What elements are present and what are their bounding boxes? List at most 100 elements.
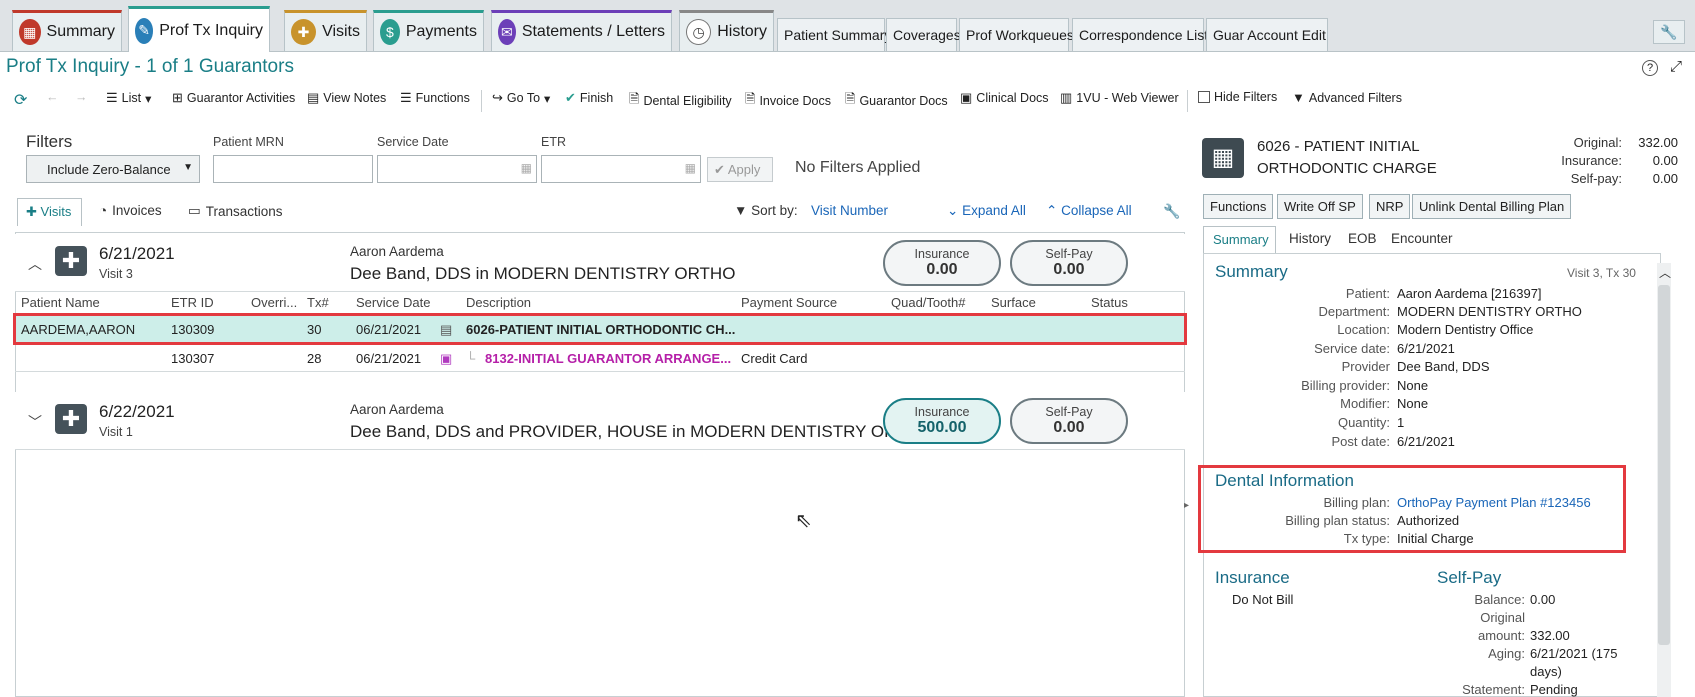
refresh-icon[interactable]: ⟳ bbox=[14, 90, 27, 110]
table-row[interactable]: 130307 28 06/21/2021 ▣ └ 8132-INITIAL GU… bbox=[15, 344, 1185, 372]
view-notes-button[interactable]: ▤ View Notes bbox=[307, 90, 386, 106]
tab-visits-list[interactable]: ✚ Visits bbox=[17, 198, 82, 226]
visit-header[interactable]: ︿ ✚ 6/21/2021 Visit 3 Aaron Aardema Dee … bbox=[15, 234, 1185, 292]
column-header[interactable]: Payment Source bbox=[741, 295, 837, 310]
selfpay-label: Self-pay: bbox=[1570, 171, 1622, 186]
tab-invoices[interactable]: ◔ Invoices bbox=[99, 203, 162, 218]
collapse-all-link[interactable]: ⌃ Collapse All bbox=[1046, 203, 1132, 219]
payments-icon: $ bbox=[380, 19, 400, 45]
quantity-label: Quantity: bbox=[1337, 415, 1390, 430]
modifier-value: None bbox=[1397, 396, 1429, 411]
finish-button[interactable]: ✔ Finish bbox=[565, 90, 613, 106]
document-icon: 🗎 bbox=[845, 91, 856, 106]
tab-coverages[interactable]: Coverages bbox=[886, 18, 961, 51]
tab-guar-account-edit[interactable]: Guar Account Edit bbox=[1206, 18, 1328, 51]
advanced-filters-button[interactable]: ▼ Advanced Filters bbox=[1292, 90, 1402, 105]
filter-icon: ▼ bbox=[1292, 90, 1305, 105]
tab-visits[interactable]: ✚ Visits bbox=[284, 10, 367, 51]
visit-header[interactable]: ﹀ ✚ 6/22/2021 Visit 1 Aaron Aardema Dee … bbox=[15, 392, 1185, 450]
chevron-up-icon[interactable]: ︿ bbox=[1659, 264, 1671, 281]
column-header[interactable]: ETR ID bbox=[171, 295, 214, 310]
service-date-input[interactable]: ▦ bbox=[377, 155, 537, 183]
table-row[interactable]: AARDEMA,AARON 130309 30 06/21/2021 ▤ 602… bbox=[13, 313, 1187, 345]
wrench-icon[interactable]: 🔧 bbox=[1653, 20, 1685, 44]
department-label: Department: bbox=[1318, 304, 1390, 319]
invoice-docs-button[interactable]: 🗎 Invoice Docs bbox=[745, 90, 831, 112]
balance-label: Balance: bbox=[1474, 592, 1525, 607]
aging-value: 6/21/2021 (175 bbox=[1530, 646, 1618, 661]
tab-patient-summary[interactable]: Patient Summary bbox=[777, 18, 891, 51]
functions-menu[interactable]: ☰ Functions bbox=[400, 90, 470, 106]
column-header[interactable]: Patient Name bbox=[21, 295, 100, 310]
patient-mrn-label: Patient MRN bbox=[213, 135, 284, 149]
expand-window-icon[interactable]: ⤢ bbox=[1670, 58, 1682, 75]
summary-heading: Summary bbox=[1215, 262, 1288, 281]
help-icon[interactable]: ? bbox=[1642, 60, 1658, 76]
apply-button[interactable]: ✔ Apply bbox=[707, 157, 773, 182]
forward-arrow-icon[interactable]: → bbox=[75, 90, 88, 104]
column-header[interactable]: Status bbox=[1091, 295, 1128, 310]
tree-connector: └ bbox=[466, 351, 476, 366]
tab-summary[interactable]: ▦ Summary bbox=[12, 10, 122, 51]
billing-plan-link[interactable]: OrthoPay Payment Plan #123456 bbox=[1397, 495, 1591, 510]
visit-provider: Dee Band, DDS in MODERN DENTISTRY ORTHO bbox=[350, 264, 736, 283]
nrp-button[interactable]: NRP bbox=[1369, 194, 1411, 219]
insurance-balance-pill: Insurance 500.00 bbox=[883, 398, 1001, 444]
calendar-icon[interactable]: ▦ bbox=[521, 161, 532, 175]
toolbar-divider bbox=[1187, 90, 1188, 112]
tab-transactions[interactable]: ▭ Transactions bbox=[188, 203, 283, 219]
web-viewer-button[interactable]: ▥ 1VU - Web Viewer bbox=[1060, 90, 1179, 106]
cell-service-date: 06/21/2021 bbox=[356, 351, 422, 366]
column-header[interactable]: Surface bbox=[991, 295, 1036, 310]
chevron-up-icon[interactable]: ︿ bbox=[28, 254, 42, 274]
clinical-docs-icon: ▣ bbox=[960, 90, 973, 105]
tab-prof-workqueues[interactable]: Prof Workqueues bbox=[959, 18, 1074, 51]
mouse-cursor-icon: ⇖ bbox=[795, 510, 812, 532]
list-menu[interactable]: ☰ List ▾ bbox=[106, 90, 151, 106]
tab-detail-history[interactable]: History bbox=[1289, 231, 1331, 246]
unlink-dental-billing-plan-button[interactable]: Unlink Dental Billing Plan bbox=[1412, 194, 1572, 219]
panel-splitter-handle[interactable]: ▸ bbox=[1184, 500, 1189, 511]
caret-down-icon: ▼ bbox=[183, 162, 193, 173]
sort-select[interactable]: Visit Number bbox=[811, 203, 888, 218]
tab-detail-encounter[interactable]: Encounter bbox=[1391, 231, 1453, 246]
wrench-icon[interactable]: 🔧 bbox=[1163, 203, 1180, 220]
cell-payment-source: Credit Card bbox=[741, 351, 808, 366]
clinical-docs-button[interactable]: ▣ Clinical Docs bbox=[960, 90, 1049, 106]
tab-prof-tx-inquiry[interactable]: ✎ Prof Tx Inquiry bbox=[128, 6, 270, 52]
guarantor-activities-button[interactable]: ⊞ Guarantor Activities bbox=[172, 90, 295, 106]
etr-input[interactable]: ▦ bbox=[541, 155, 701, 183]
column-header[interactable]: Description bbox=[466, 295, 531, 310]
functions-button[interactable]: Functions bbox=[1203, 194, 1274, 219]
clock-icon: ◷ bbox=[686, 19, 712, 45]
document-icon: 🗎 bbox=[629, 91, 640, 106]
column-header[interactable]: Quad/Tooth# bbox=[891, 295, 965, 310]
cell-description: 6026-PATIENT INITIAL ORTHODONTIC CH... bbox=[466, 322, 736, 337]
tab-payments[interactable]: $ Payments bbox=[373, 10, 484, 51]
tab-statements-letters[interactable]: ✉ Statements / Letters bbox=[491, 10, 672, 51]
statement-value: Pending bbox=[1530, 682, 1578, 697]
hide-filters-checkbox[interactable]: Hide Filters bbox=[1198, 90, 1277, 104]
tab-detail-summary[interactable]: Summary bbox=[1203, 226, 1276, 253]
back-arrow-icon[interactable]: ← bbox=[46, 90, 59, 104]
transaction-title: 6026 - PATIENT INITIAL ORTHODONTIC CHARG… bbox=[1257, 138, 1437, 177]
patient-mrn-input[interactable] bbox=[213, 155, 373, 183]
tab-history[interactable]: ◷ History bbox=[679, 10, 774, 51]
dental-eligibility-button[interactable]: 🗎 Dental Eligibility bbox=[629, 90, 732, 112]
go-to-menu[interactable]: ↪ Go To ▾ bbox=[492, 90, 550, 106]
tab-correspondence-list[interactable]: Correspondence List bbox=[1072, 18, 1208, 51]
expand-all-link[interactable]: ⌄ Expand All bbox=[947, 203, 1026, 219]
column-header[interactable]: Tx# bbox=[307, 295, 329, 310]
calendar-icon[interactable]: ▦ bbox=[685, 161, 696, 175]
column-header[interactable]: Overri... bbox=[251, 295, 297, 310]
tab-detail-eob[interactable]: EOB bbox=[1348, 231, 1377, 246]
scrollbar-thumb[interactable] bbox=[1658, 285, 1670, 645]
inquiry-icon: ✎ bbox=[135, 17, 154, 44]
zero-balance-select[interactable]: Include Zero-Balance ▼ bbox=[26, 155, 200, 183]
checkmark-icon: ✔ bbox=[714, 162, 725, 177]
column-header[interactable]: Service Date bbox=[356, 295, 430, 310]
guarantor-docs-button[interactable]: 🗎 Guarantor Docs bbox=[845, 90, 948, 112]
write-off-sp-button[interactable]: Write Off SP bbox=[1277, 194, 1363, 219]
toolbar-divider bbox=[481, 90, 482, 112]
chevron-down-icon[interactable]: ﹀ bbox=[28, 412, 42, 432]
